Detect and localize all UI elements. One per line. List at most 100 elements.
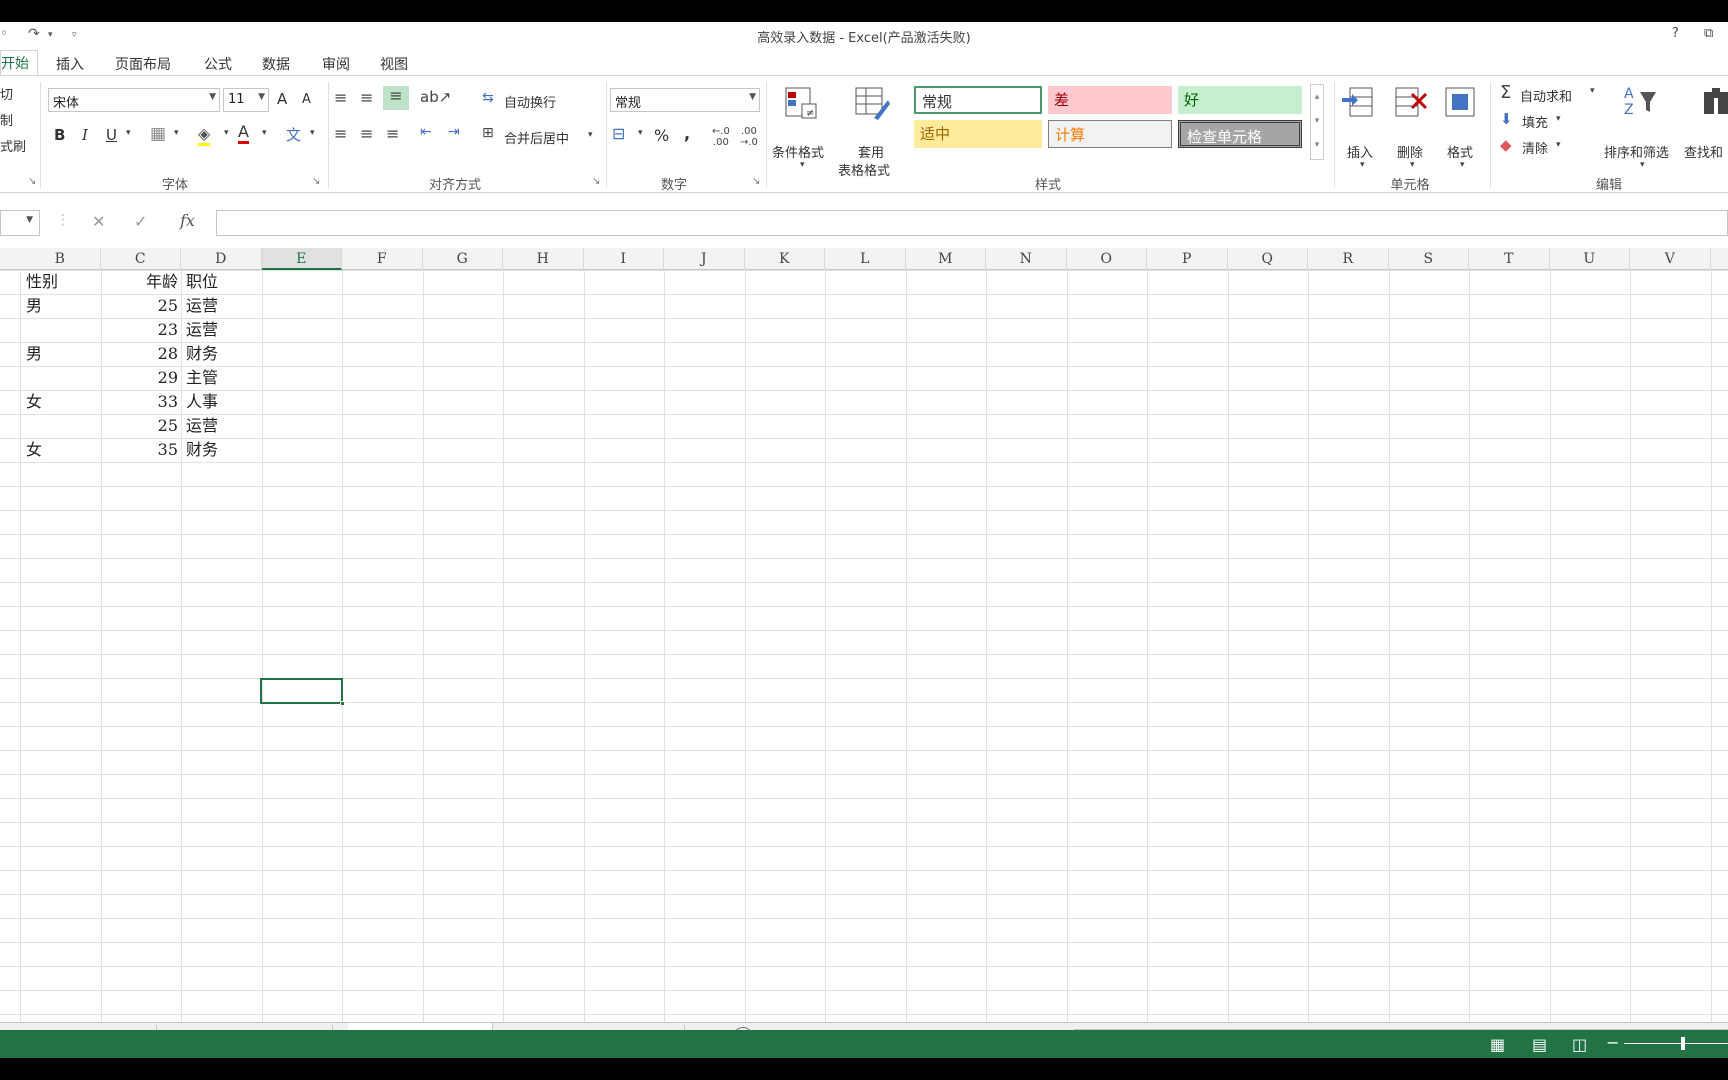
table-cell[interactable]: 25 xyxy=(100,414,178,438)
active-cell-cursor[interactable] xyxy=(260,678,345,706)
format-painter-button[interactable]: 式刷 xyxy=(0,136,26,155)
fill-color-icon[interactable]: ◈ xyxy=(198,124,211,146)
eraser-icon[interactable]: ◆ xyxy=(1500,136,1512,154)
copy-button[interactable]: 制 xyxy=(0,110,13,129)
column-header-v[interactable]: V xyxy=(1630,248,1711,270)
column-header-o[interactable]: O xyxy=(1067,248,1147,270)
chevron-down-icon[interactable]: ▾ xyxy=(1590,86,1595,96)
font-launcher-icon[interactable]: ↘ xyxy=(312,176,320,187)
shrink-font-button[interactable]: A xyxy=(302,92,311,107)
column-header-t[interactable]: T xyxy=(1469,248,1550,270)
tab-data[interactable]: 数据 xyxy=(262,54,290,74)
column-header-u[interactable]: U xyxy=(1550,248,1630,270)
table-cell[interactable]: 女 xyxy=(26,438,96,462)
conditional-format-button[interactable]: 条件格式 xyxy=(772,142,824,161)
format-cells-icon[interactable] xyxy=(1440,84,1480,122)
tab-page-layout[interactable]: 页面布局 xyxy=(115,54,171,74)
chevron-down-icon[interactable]: ▾ xyxy=(1556,140,1561,150)
table-cell[interactable]: 23 xyxy=(100,318,178,342)
help-button[interactable]: ? xyxy=(1672,26,1679,41)
align-right-icon[interactable]: ≡ xyxy=(386,124,399,143)
formula-input[interactable] xyxy=(216,210,1728,236)
styles-scroll-icon[interactable]: ▴ ▾ ▾ xyxy=(1310,84,1324,160)
table-cell[interactable]: 人事 xyxy=(186,390,256,414)
conditional-format-icon[interactable]: ≠ xyxy=(782,84,822,122)
align-left-icon[interactable]: ≡ xyxy=(334,124,347,143)
align-top-icon[interactable]: ≡ xyxy=(334,88,347,107)
column-header-k[interactable]: K xyxy=(745,248,825,270)
format-as-table-icon[interactable] xyxy=(852,84,892,122)
tab-home[interactable]: 开始 xyxy=(0,50,38,77)
font-name-combo[interactable]: 宋体 ▼ xyxy=(48,88,220,112)
fill-handle[interactable] xyxy=(340,701,345,706)
chevron-down-icon[interactable]: ▾ xyxy=(262,128,267,138)
table-cell[interactable]: 运营 xyxy=(186,294,256,318)
chevron-down-icon[interactable]: ▾ xyxy=(1556,114,1561,124)
worksheet-grid[interactable]: BCDEFGHIJKLMNOPQRSTUV 性别 年龄 职位男 25 运营 23 运营男 28… xyxy=(0,248,1728,1028)
table-cell[interactable]: 25 xyxy=(100,294,178,318)
fill-button[interactable]: 填充 xyxy=(1522,112,1548,131)
orientation-icon[interactable]: ab↗ xyxy=(420,88,451,106)
italic-button[interactable]: I xyxy=(82,126,88,144)
enter-formula-button[interactable]: ✓ xyxy=(134,212,147,231)
style-bad[interactable]: 差 xyxy=(1048,86,1172,114)
wrap-text-button[interactable]: 自动换行 xyxy=(504,92,556,111)
sort-filter-icon[interactable]: A Z xyxy=(1620,82,1660,120)
tab-insert[interactable]: 插入 xyxy=(56,54,84,74)
chevron-down-icon[interactable]: ▾ xyxy=(1460,160,1465,170)
increase-indent-icon[interactable]: ⇥ xyxy=(448,124,460,140)
table-cell[interactable]: 财务 xyxy=(186,342,256,366)
font-color-icon[interactable]: A xyxy=(238,122,249,144)
currency-icon[interactable]: ⊟ xyxy=(612,124,625,143)
merge-center-icon[interactable]: ⊞ xyxy=(482,125,494,141)
delete-button[interactable]: 删除 xyxy=(1397,142,1423,161)
page-break-view-icon[interactable]: ◫ xyxy=(1572,1035,1587,1054)
name-box[interactable]: ▼ xyxy=(0,210,40,236)
style-good[interactable]: 好 xyxy=(1178,86,1302,114)
style-check-cell[interactable]: 检查单元格 xyxy=(1178,120,1302,148)
number-launcher-icon[interactable]: ↘ xyxy=(752,176,760,187)
sort-filter-button[interactable]: 排序和筛选 xyxy=(1604,142,1669,161)
chevron-down-icon[interactable]: ▾ xyxy=(800,160,805,170)
comma-button[interactable]: , xyxy=(684,124,690,143)
normal-view-icon[interactable]: ▦ xyxy=(1490,1035,1505,1054)
table-header-cell[interactable]: 性别 xyxy=(26,270,96,294)
chevron-down-icon[interactable]: ▾ xyxy=(1410,160,1415,170)
table-cell[interactable]: 财务 xyxy=(186,438,256,462)
wrap-text-icon[interactable]: ⇆ xyxy=(482,90,494,106)
percent-button[interactable]: % xyxy=(654,126,669,145)
align-bottom-icon[interactable]: ≡ xyxy=(383,86,409,110)
align-middle-icon[interactable]: ≡ xyxy=(360,88,373,107)
number-format-combo[interactable]: 常规 ▼ xyxy=(610,88,760,112)
column-header-d[interactable]: D xyxy=(181,248,262,270)
chevron-down-icon[interactable]: ▾ xyxy=(1360,160,1365,170)
chevron-down-icon[interactable]: ▾ xyxy=(638,128,643,138)
bold-button[interactable]: B xyxy=(54,126,65,144)
autosum-icon[interactable]: Σ xyxy=(1500,82,1511,103)
clipboard-launcher-icon[interactable]: ↘ xyxy=(28,176,36,187)
column-header-h[interactable]: H xyxy=(503,248,584,270)
formula-bar-resize-icon[interactable]: ⋮ xyxy=(56,212,70,228)
zoom-slider-thumb[interactable] xyxy=(1681,1037,1685,1050)
style-calculation[interactable]: 计算 xyxy=(1048,120,1172,148)
chevron-down-icon[interactable]: ▾ xyxy=(310,128,315,138)
cut-button[interactable]: 切 xyxy=(0,84,13,103)
alignment-launcher-icon[interactable]: ↘ xyxy=(592,176,600,187)
column-header-i[interactable]: I xyxy=(584,248,664,270)
zoom-slider[interactable] xyxy=(1624,1043,1728,1044)
chevron-down-icon[interactable]: ▾ xyxy=(1640,160,1645,170)
table-cell[interactable]: 运营 xyxy=(186,318,256,342)
column-header-p[interactable]: P xyxy=(1147,248,1228,270)
format-as-table-label-1[interactable]: 套用 xyxy=(858,142,884,161)
restore-button[interactable]: ⧉ xyxy=(1704,26,1713,41)
column-header-j[interactable]: J xyxy=(664,248,745,270)
delete-cells-icon[interactable] xyxy=(1390,84,1430,122)
table-cell[interactable]: 运营 xyxy=(186,414,256,438)
grow-font-button[interactable]: A xyxy=(277,90,287,108)
phonetic-icon[interactable]: 文 xyxy=(286,124,301,145)
align-center-icon[interactable]: ≡ xyxy=(360,124,373,143)
column-header-e[interactable]: E xyxy=(261,248,342,270)
column-header-m[interactable]: M xyxy=(906,248,986,270)
underline-button[interactable]: U xyxy=(106,126,117,144)
cell-area[interactable]: 性别 年龄 职位男 25 运营 23 运营男 28 财务 29 主管女 33 人事 25 运营女 35 财务 xyxy=(0,270,1728,1028)
